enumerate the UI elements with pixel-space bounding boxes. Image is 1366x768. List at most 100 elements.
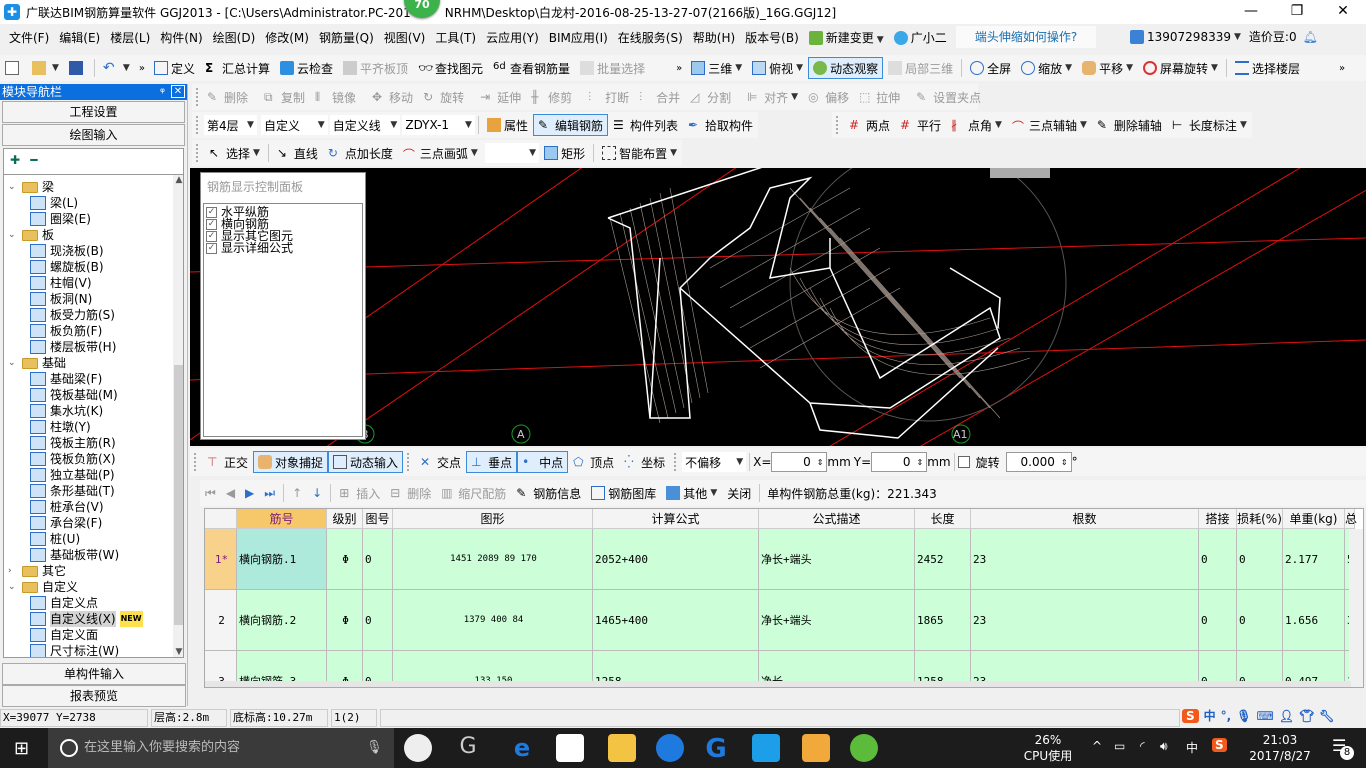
table-cell[interactable]: 0 bbox=[363, 529, 393, 590]
minimize-button[interactable]: — bbox=[1228, 0, 1274, 24]
three-point-axis-button[interactable]: ⌒ 三点辅轴 ▼ bbox=[1007, 114, 1092, 136]
expand-all-icon[interactable]: ✚ bbox=[10, 153, 20, 167]
cpu-monitor[interactable]: 26% CPU使用 bbox=[1020, 732, 1076, 764]
table-cell[interactable]: 1.656 bbox=[1283, 590, 1345, 651]
new-change-button[interactable]: 新建变更 ▼ bbox=[804, 29, 889, 46]
object-snap-button[interactable]: 对象捕捉 bbox=[253, 451, 329, 473]
menu-cloud[interactable]: 云应用(Y) bbox=[481, 29, 544, 46]
table-cell[interactable]: 1379 400 84 bbox=[393, 590, 593, 651]
tree-item[interactable]: 基础板带(W) bbox=[30, 547, 119, 563]
menu-component[interactable]: 构件(N) bbox=[155, 29, 207, 46]
mirror-button[interactable]: ⫴ 镜像 bbox=[310, 86, 361, 108]
windows-start-icon[interactable]: ⊞ bbox=[14, 738, 29, 759]
clock[interactable]: 21:03 2017/8/27 bbox=[1240, 732, 1320, 764]
sogou-tray-icon[interactable]: S bbox=[1212, 738, 1227, 752]
tree-item[interactable]: 自定义面 bbox=[30, 627, 98, 643]
show-hidden-icons[interactable]: ^ bbox=[1092, 739, 1102, 753]
ime-mode[interactable]: 中 bbox=[1204, 707, 1216, 724]
pan-button[interactable]: 平移 ▼ bbox=[1077, 57, 1138, 79]
menu-rebar[interactable]: 钢筋量(Q) bbox=[314, 29, 379, 46]
option-checkbox[interactable]: ✓ bbox=[206, 242, 217, 254]
account-button[interactable]: 13907298339 bbox=[1147, 30, 1231, 44]
menu-floor[interactable]: 楼层(L) bbox=[105, 29, 155, 46]
table-cell[interactable]: Φ bbox=[327, 529, 363, 590]
copy-button[interactable]: ⧉ 复制 bbox=[259, 86, 310, 108]
spinner-icon[interactable]: ⇕ bbox=[1061, 458, 1068, 467]
select-button[interactable]: ↖ 选择 ▼ bbox=[204, 142, 265, 164]
tree-item[interactable]: 条形基础(T) bbox=[30, 483, 115, 499]
tree-folder[interactable]: › 其它 bbox=[8, 563, 66, 579]
collapse-chevron-icon[interactable]: ⌄ bbox=[8, 579, 18, 595]
skin-icon[interactable]: 👕︎ bbox=[1299, 709, 1314, 723]
ortho-button[interactable]: ⊤ 正交 bbox=[202, 451, 253, 473]
next-record-button[interactable]: ▶ bbox=[240, 482, 259, 504]
table-cell[interactable]: 0 bbox=[1199, 529, 1237, 590]
sogou-icon[interactable]: S bbox=[1182, 708, 1199, 723]
view-rebar-button[interactable]: 6d 查看钢筋量 bbox=[488, 57, 575, 79]
table-cell[interactable]: 0 bbox=[363, 590, 393, 651]
tree-item[interactable]: 板洞(N) bbox=[30, 291, 92, 307]
tree-item[interactable]: 尺寸标注(W) bbox=[30, 643, 119, 657]
table-cell[interactable]: 0 bbox=[1237, 590, 1283, 651]
floor-select[interactable]: 第4层 ▼ bbox=[203, 115, 257, 135]
tree-item[interactable]: 自定义线(X) NEW bbox=[30, 611, 143, 627]
category-select[interactable]: 自定义 ▼ bbox=[260, 115, 328, 135]
menu-file[interactable]: 文件(F) bbox=[4, 29, 54, 46]
type-select[interactable]: 自定义线 ▼ bbox=[329, 115, 401, 135]
column-header[interactable]: 级别 bbox=[327, 509, 363, 529]
microphone-icon[interactable]: 🎙︎ bbox=[1236, 709, 1251, 723]
fullscreen-button[interactable]: 全屏 bbox=[965, 57, 1016, 79]
point-length-button[interactable]: ↻ 点加长度 bbox=[323, 142, 398, 164]
table-cell[interactable]: 2052+400 bbox=[593, 529, 759, 590]
scroll-thumb[interactable] bbox=[174, 365, 183, 625]
model-view-3d[interactable]: B A A1 bbox=[190, 168, 1366, 446]
point-angle-button[interactable]: ∦ 点角 ▼ bbox=[946, 114, 1007, 136]
tree-item[interactable]: 圈梁(E) bbox=[30, 211, 91, 227]
last-record-button[interactable]: ⏭ bbox=[259, 482, 280, 504]
perpendicular-button[interactable]: ⊥ 垂点 bbox=[466, 451, 518, 473]
spinner-icon[interactable]: ⇕ bbox=[817, 458, 824, 467]
save-button[interactable] bbox=[64, 57, 91, 79]
display-option[interactable]: ✓ 显示详细公式 bbox=[206, 242, 360, 254]
menu-help[interactable]: 帮助(H) bbox=[688, 29, 740, 46]
parallel-button[interactable]: # 平行 bbox=[895, 114, 946, 136]
table-cell[interactable]: 23 bbox=[971, 529, 1199, 590]
toolbar-grip[interactable] bbox=[836, 116, 840, 134]
menu-bim[interactable]: BIM应用(I) bbox=[544, 29, 613, 46]
vertex-button[interactable]: ⬠ 顶点 bbox=[568, 451, 619, 473]
open-file-button[interactable]: ▼ bbox=[27, 57, 64, 79]
delete-row-button[interactable]: ⊟ 删除 bbox=[385, 482, 436, 504]
zoom-button[interactable]: 缩放 ▼ bbox=[1016, 57, 1077, 79]
scale-rebar-button[interactable]: ▥ 缩尺配筋 bbox=[436, 482, 511, 504]
align-top-button[interactable]: 平齐板顶 bbox=[338, 57, 413, 79]
single-input-button[interactable]: 单构件输入 bbox=[2, 663, 186, 685]
overflow-chevron-icon[interactable]: » bbox=[676, 63, 682, 74]
rotate-checkbox[interactable] bbox=[957, 456, 970, 468]
first-record-button[interactable]: ⏮ bbox=[200, 482, 221, 504]
green-app-icon[interactable] bbox=[850, 734, 878, 762]
length-dim-button[interactable]: ⊢ 长度标注 ▼ bbox=[1167, 114, 1252, 136]
menu-tools[interactable]: 工具(T) bbox=[430, 29, 481, 46]
rebar-app-icon[interactable] bbox=[752, 734, 780, 762]
battery-icon[interactable]: ▭ bbox=[1114, 739, 1125, 753]
close-grid-button[interactable]: 关闭 bbox=[722, 482, 756, 504]
extend-button[interactable]: ⇥ 延伸 bbox=[475, 86, 526, 108]
toolbar-grip[interactable] bbox=[196, 144, 200, 162]
option-checkbox[interactable]: ✓ bbox=[206, 206, 217, 218]
collapse-chevron-icon[interactable]: ⌄ bbox=[8, 179, 18, 195]
edge-browser-icon[interactable]: e bbox=[508, 734, 536, 762]
tree-item[interactable]: 柱帽(V) bbox=[30, 275, 92, 291]
x-input[interactable]: 0 ⇕ bbox=[771, 452, 828, 472]
set-grip-button[interactable]: ✎ 设置夹点 bbox=[911, 86, 986, 108]
table-horizontal-scrollbar[interactable] bbox=[205, 681, 1351, 687]
option-checkbox[interactable]: ✓ bbox=[206, 230, 217, 242]
glodon-g-icon[interactable]: G bbox=[702, 734, 730, 764]
spinner-icon[interactable]: ⇕ bbox=[916, 458, 923, 467]
tree-item[interactable]: 楼层板带(H) bbox=[30, 339, 116, 355]
tree-item[interactable]: 板受力筋(S) bbox=[30, 307, 115, 323]
table-cell[interactable]: 横向钢筋.2 bbox=[237, 590, 327, 651]
screen-rotate-button[interactable]: 屏幕旋转 ▼ bbox=[1138, 57, 1223, 79]
wrench-icon[interactable]: 🔧︎ bbox=[1319, 709, 1334, 723]
column-header[interactable]: 总 bbox=[1345, 509, 1357, 529]
tree-item[interactable]: 梁(L) bbox=[30, 195, 78, 211]
